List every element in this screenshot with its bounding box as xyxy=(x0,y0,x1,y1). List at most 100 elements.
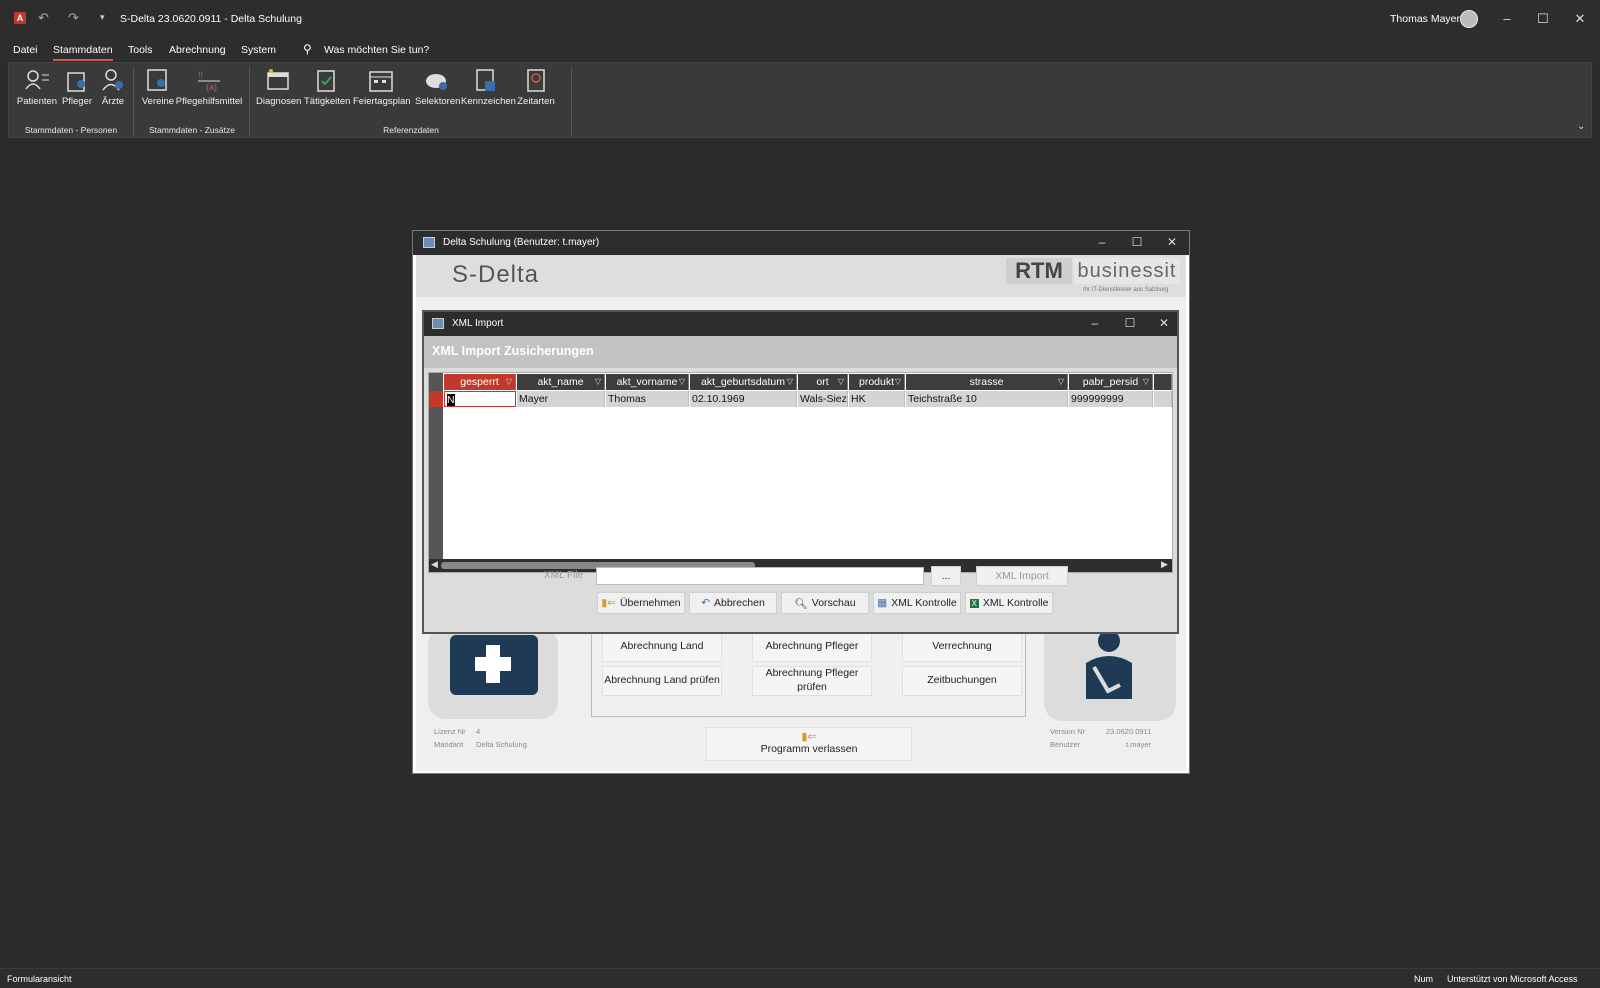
column-header-pabr-persid[interactable]: pabr_persid ▽ xyxy=(1069,374,1153,390)
ribbon-group-referenzdaten: Referenzdaten xyxy=(383,125,439,135)
ribbon-vereine-button[interactable]: Vereine xyxy=(136,67,180,107)
filter-arrow-icon[interactable]: ▽ xyxy=(595,374,601,390)
close-icon[interactable]: ✕ xyxy=(1570,10,1590,28)
menu-tools[interactable]: Tools xyxy=(128,44,153,56)
doctor-icon xyxy=(100,67,126,93)
column-header-strasse[interactable]: strasse ▽ xyxy=(906,374,1068,390)
xml-title-bar: XML Import – ☐ ✕ xyxy=(424,312,1177,336)
preview-icon: 🔍︎ xyxy=(794,597,808,610)
cell-akt-geburtsdatum[interactable]: 02.10.1969 xyxy=(690,391,797,407)
cell-produkt[interactable]: HK xyxy=(849,391,905,407)
scroll-right-icon[interactable]: ▶ xyxy=(1161,559,1168,570)
xml-import-button[interactable]: XML Import xyxy=(976,566,1068,586)
menu-datei[interactable]: Datei xyxy=(13,44,38,56)
xml-header: XML Import Zusicherungen xyxy=(424,336,1177,368)
patients-icon xyxy=(24,67,50,93)
ribbon-patienten-button[interactable]: Patienten xyxy=(15,67,59,107)
search-icon[interactable]: ⚲ xyxy=(303,42,312,56)
club-icon xyxy=(145,67,171,93)
menu-bar: Datei Stammdaten Tools Abrechnung System… xyxy=(0,38,1600,62)
browse-button[interactable]: ... xyxy=(931,566,961,586)
status-bar: Formularansicht Num Unterstützt von Micr… xyxy=(0,968,1600,988)
column-header-ort[interactable]: ort ▽ xyxy=(798,374,848,390)
time-types-icon xyxy=(523,67,549,93)
activities-icon xyxy=(313,67,339,93)
delta-minimize-icon[interactable]: – xyxy=(1093,235,1111,249)
tell-me-search[interactable]: Was möchten Sie tun? xyxy=(324,44,429,56)
delta-window-title: Delta Schulung (Benutzer: t.mayer) xyxy=(443,237,600,248)
lizenz-label: Lizenz Nr xyxy=(434,727,466,736)
menu-abrechnung[interactable]: Abrechnung xyxy=(169,44,226,56)
mandant-value: Delta Schulung xyxy=(476,740,527,749)
undo-icon[interactable]: ↶ xyxy=(38,10,49,26)
column-header-akt-name[interactable]: akt_name ▽ xyxy=(517,374,605,390)
abrechnung-land-pruefen-button[interactable]: Abrechnung Land prüfen xyxy=(602,666,722,696)
redo-icon[interactable]: ↷ xyxy=(68,10,79,26)
zeitbuchungen-button[interactable]: Zeitbuchungen xyxy=(902,666,1022,696)
customize-toolbar-icon[interactable]: ▾ xyxy=(100,12,105,23)
cell-akt-vorname[interactable]: Thomas xyxy=(606,391,689,407)
xml-kontrolle-excel-button[interactable]: X XML Kontrolle xyxy=(965,592,1053,614)
column-header-produkt[interactable]: produkt ▽ xyxy=(849,374,905,390)
delta-maximize-icon[interactable]: ☐ xyxy=(1128,235,1146,249)
ribbon-feiertagsplan-button[interactable]: Feiertagsplan xyxy=(353,67,411,107)
abrechnung-land-button[interactable]: Abrechnung Land xyxy=(602,632,722,662)
xml-dialog-title: XML Import xyxy=(452,318,504,329)
filter-arrow-icon[interactable]: ▽ xyxy=(506,374,512,390)
filter-arrow-icon[interactable]: ▽ xyxy=(1058,374,1064,390)
maximize-icon[interactable]: ☐ xyxy=(1533,10,1553,28)
column-header-gesperrt[interactable]: gesperrt ▽ xyxy=(444,374,516,390)
programm-verlassen-button[interactable]: ▮⇐ Programm verlassen xyxy=(706,727,912,761)
verrechnung-button[interactable]: Verrechnung xyxy=(902,632,1022,662)
medical-kit-tile[interactable] xyxy=(428,627,558,719)
uebernehmen-button[interactable]: ▮⇐ Übernehmen xyxy=(597,592,685,614)
cell-ort[interactable]: Wals-Siez xyxy=(798,391,848,407)
excel-icon: X xyxy=(969,598,979,608)
column-header-akt-geburtsdatum[interactable]: akt_geburtsdatum ▽ xyxy=(690,374,797,390)
filter-arrow-icon[interactable]: ▽ xyxy=(787,374,793,390)
xml-close-icon[interactable]: ✕ xyxy=(1155,316,1173,330)
menu-system[interactable]: System xyxy=(241,44,276,56)
menu-stammdaten[interactable]: Stammdaten xyxy=(53,44,113,61)
window-title: S-Delta 23.0620.0911 - Delta Schulung xyxy=(120,13,302,25)
scroll-left-icon[interactable]: ◀ xyxy=(431,559,438,570)
ribbon-zeitarten-button[interactable]: Zeitarten xyxy=(514,67,558,107)
abbrechen-button[interactable]: ↶ Abbrechen xyxy=(689,592,777,614)
cell-pabr-persid[interactable]: 999999999 xyxy=(1069,391,1153,407)
ribbon-taetigkeiten-button[interactable]: Tätigkeiten xyxy=(304,67,350,107)
filter-arrow-icon[interactable]: ▽ xyxy=(895,374,901,390)
xml-maximize-icon[interactable]: ☐ xyxy=(1121,316,1139,330)
exit-icon: ▮⇐ xyxy=(801,731,817,743)
column-header-akt-vorname[interactable]: akt_vorname ▽ xyxy=(606,374,689,390)
cell-akt-name[interactable]: Mayer xyxy=(517,391,605,407)
xml-file-input[interactable] xyxy=(596,567,924,585)
cell-strasse[interactable]: Teichstraße 10 xyxy=(906,391,1068,407)
filter-arrow-icon[interactable]: ▽ xyxy=(1143,374,1149,390)
ribbon-selektoren-button[interactable]: Selektoren xyxy=(415,67,460,107)
xml-minimize-icon[interactable]: – xyxy=(1086,316,1104,330)
collapse-ribbon-icon[interactable]: ⌄ xyxy=(1577,121,1585,132)
xml-heading: XML Import Zusicherungen xyxy=(432,344,594,358)
cell-more[interactable] xyxy=(1154,391,1172,407)
ribbon-kennzeichen-button[interactable]: Kennzeichen xyxy=(461,67,516,107)
abrechnung-pfleger-pruefen-button[interactable]: Abrechnung Pfleger prüfen xyxy=(752,666,872,696)
xml-kontrolle-button[interactable]: ▦ XML Kontrolle xyxy=(873,592,961,614)
minimize-icon[interactable]: – xyxy=(1497,10,1517,28)
table-icon: ▦ xyxy=(877,597,888,609)
avatar[interactable] xyxy=(1460,10,1478,28)
column-header-more[interactable] xyxy=(1154,374,1172,390)
filter-arrow-icon[interactable]: ▽ xyxy=(679,374,685,390)
vorschau-button[interactable]: 🔍︎ Vorschau xyxy=(781,592,869,614)
ribbon-pflegehilfsmittel-button[interactable]: !! (a) Pflegehilfsmittel xyxy=(175,67,243,107)
ribbon-aerzte-button[interactable]: Ärzte xyxy=(91,67,135,107)
row-selector-current[interactable] xyxy=(429,391,443,407)
delta-close-icon[interactable]: ✕ xyxy=(1163,235,1181,249)
mandant-label: Mandant xyxy=(434,740,464,749)
title-bar: A ↶ ↷ ▾ S-Delta 23.0620.0911 - Delta Sch… xyxy=(0,0,1600,38)
filter-arrow-icon[interactable]: ▽ xyxy=(838,374,844,390)
ribbon-group-personen: Stammdaten - Personen xyxy=(24,125,118,135)
ribbon-diagnosen-button[interactable]: Diagnosen xyxy=(256,67,301,107)
cell-gesperrt[interactable]: N xyxy=(444,391,516,407)
version-value: 23.0620.0911 xyxy=(1106,727,1152,736)
abrechnung-pfleger-button[interactable]: Abrechnung Pfleger xyxy=(752,632,872,662)
